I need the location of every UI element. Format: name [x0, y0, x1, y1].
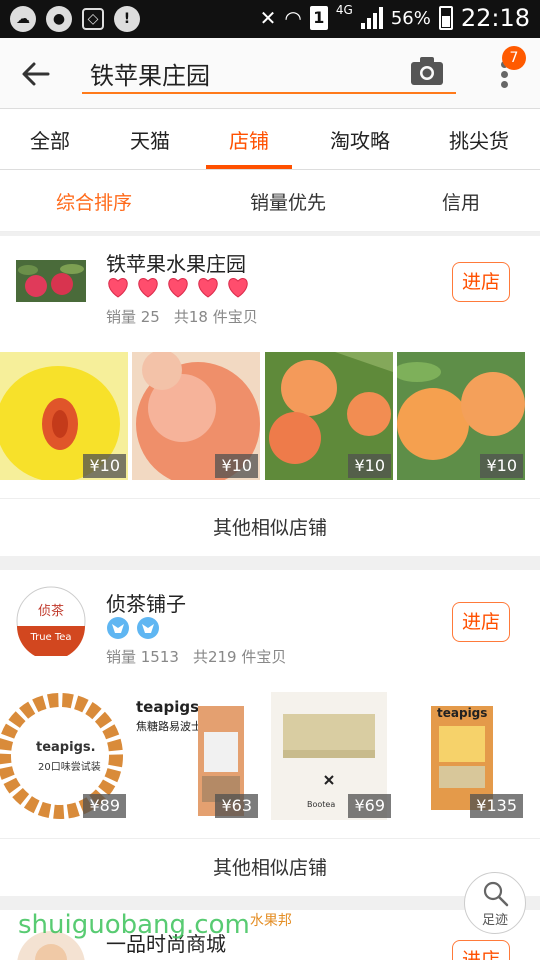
product-price: ¥10 — [215, 454, 258, 478]
tab-picks[interactable]: 挑尖货 — [449, 125, 509, 154]
heart-icon — [108, 278, 128, 298]
sort-overall[interactable]: 综合排序 — [56, 188, 132, 215]
watermark-text: shuiguobang.com — [18, 910, 250, 940]
similar-shops-link[interactable]: 其他相似店铺 — [0, 838, 540, 896]
network-type: 4G — [335, 3, 353, 17]
product-price: ¥89 — [83, 794, 126, 818]
shop-name[interactable]: 铁苹果水果庄园 — [106, 248, 246, 277]
tab-shops[interactable]: 店铺 — [229, 125, 269, 154]
search-input[interactable]: 铁苹果庄园 — [90, 56, 210, 91]
product-thumbnail[interactable]: ¥10 — [0, 352, 128, 480]
shop-logo-text: 侦茶 — [37, 604, 64, 619]
product-price: ¥63 — [215, 794, 258, 818]
product-price: ¥10 — [480, 454, 523, 478]
active-tab-indicator — [206, 165, 292, 169]
product-thumbnail[interactable]: ¥10 — [397, 352, 525, 480]
watermark: shuiguobang.com水果邦 — [18, 910, 292, 940]
shop-rating — [106, 276, 250, 298]
product-price: ¥135 — [470, 794, 523, 818]
product-brand: teapigs — [437, 706, 488, 720]
sim-slot: 1 — [309, 6, 328, 30]
product-thumbnail[interactable]: teapigs ¥135 — [397, 692, 525, 820]
product-thumbnail[interactable]: teapigs. 20口味尝试装 ¥89 — [0, 692, 128, 820]
product-price: ¥10 — [348, 454, 391, 478]
search-bar[interactable]: 铁苹果庄园 — [82, 52, 456, 94]
similar-shops-link[interactable]: 其他相似店铺 — [0, 498, 540, 556]
clock: 22:18 — [460, 4, 530, 32]
shop-card[interactable]: 铁苹果水果庄园 销量 25 共18 件宝贝 进店 ¥10 ¥10 ¥10 ¥10 … — [0, 236, 540, 556]
signal-icon — [360, 7, 383, 29]
shop-logo-subtext: True Tea — [30, 632, 72, 643]
product-price: ¥69 — [348, 794, 391, 818]
footprint-button[interactable]: 足迹 — [464, 872, 526, 934]
tab-all[interactable]: 全部 — [30, 125, 70, 154]
shop-card[interactable]: 侦茶 True Tea 侦茶铺子 销量 1513 共219 件宝贝 进店 teap… — [0, 570, 540, 896]
status-bar: ☁ ● ◇ ! ✕ ◠ 1 4G 56% 22:18 — [0, 0, 540, 38]
sort-credit[interactable]: 信用 — [442, 188, 480, 215]
watermark-subtext: 水果邦 — [249, 913, 292, 929]
shop-sales: 销量 1513 — [106, 648, 179, 666]
product-brand: teapigs. — [36, 740, 96, 755]
product-thumbnails: teapigs. 20口味尝试装 ¥89 teapigs 焦糖路易波士 ¥63 … — [0, 692, 540, 820]
mute-icon: ✕ — [259, 6, 277, 30]
sort-sales[interactable]: 销量优先 — [250, 188, 326, 215]
battery-percent: 56% — [390, 7, 431, 29]
shop-logo — [16, 260, 86, 302]
crown-icon — [107, 617, 129, 639]
heart-icon — [168, 278, 188, 298]
product-thumbnail[interactable]: Bootea ¥69 — [265, 692, 393, 820]
shop-sales: 销量 25 — [106, 308, 160, 326]
product-thumbnails: ¥10 ¥10 ¥10 ¥10 — [0, 352, 540, 480]
sort-bar: 综合排序 销量优先 信用 — [0, 170, 540, 232]
crown-icon — [137, 617, 159, 639]
shop-item-count: 共18 件宝贝 — [173, 308, 258, 326]
product-thumbnail[interactable]: ¥10 — [265, 352, 393, 480]
heart-icon — [228, 278, 248, 298]
back-arrow-icon[interactable] — [18, 56, 54, 92]
enter-shop-button[interactable]: 进店 — [452, 262, 510, 302]
product-price: ¥10 — [83, 454, 126, 478]
enter-shop-button[interactable]: 进店 — [452, 602, 510, 642]
search-header: 铁苹果庄园 7 — [0, 38, 540, 108]
shop-stats: 销量 1513 共219 件宝贝 — [106, 646, 286, 667]
wifi-icon: ◠ — [284, 6, 302, 30]
product-brand: Bootea — [307, 800, 336, 809]
tab-tmall[interactable]: 天猫 — [130, 125, 170, 154]
footprint-label: 足迹 — [481, 913, 508, 928]
shop-stats: 销量 25 共18 件宝贝 — [106, 306, 258, 327]
shop-name[interactable]: 侦茶铺子 — [106, 588, 186, 617]
bag-icon: ◇ — [82, 8, 104, 30]
camera-icon[interactable] — [410, 56, 444, 86]
message-badge: 7 — [502, 46, 526, 70]
product-thumbnail[interactable]: teapigs 焦糖路易波士 ¥63 — [132, 692, 260, 820]
category-tabs: 全部 天猫 店铺 淘攻略 挑尖货 — [0, 108, 540, 170]
heart-icon — [198, 278, 218, 298]
tab-guides[interactable]: 淘攻略 — [330, 125, 390, 154]
shop-logo — [16, 586, 86, 656]
enter-shop-button[interactable]: 进店 — [452, 940, 510, 960]
footprint-icon — [483, 881, 509, 907]
heart-icon — [138, 278, 158, 298]
weather-icon: ☁ — [10, 6, 36, 32]
product-thumbnail[interactable]: ¥10 — [132, 352, 260, 480]
shop-rating — [106, 616, 160, 640]
shop-item-count: 共219 件宝贝 — [192, 648, 287, 666]
wechat-icon: ● — [46, 6, 72, 32]
product-subtitle: 20口味尝试装 — [38, 762, 101, 773]
battery-icon — [438, 6, 453, 30]
alert-icon: ! — [114, 6, 140, 32]
